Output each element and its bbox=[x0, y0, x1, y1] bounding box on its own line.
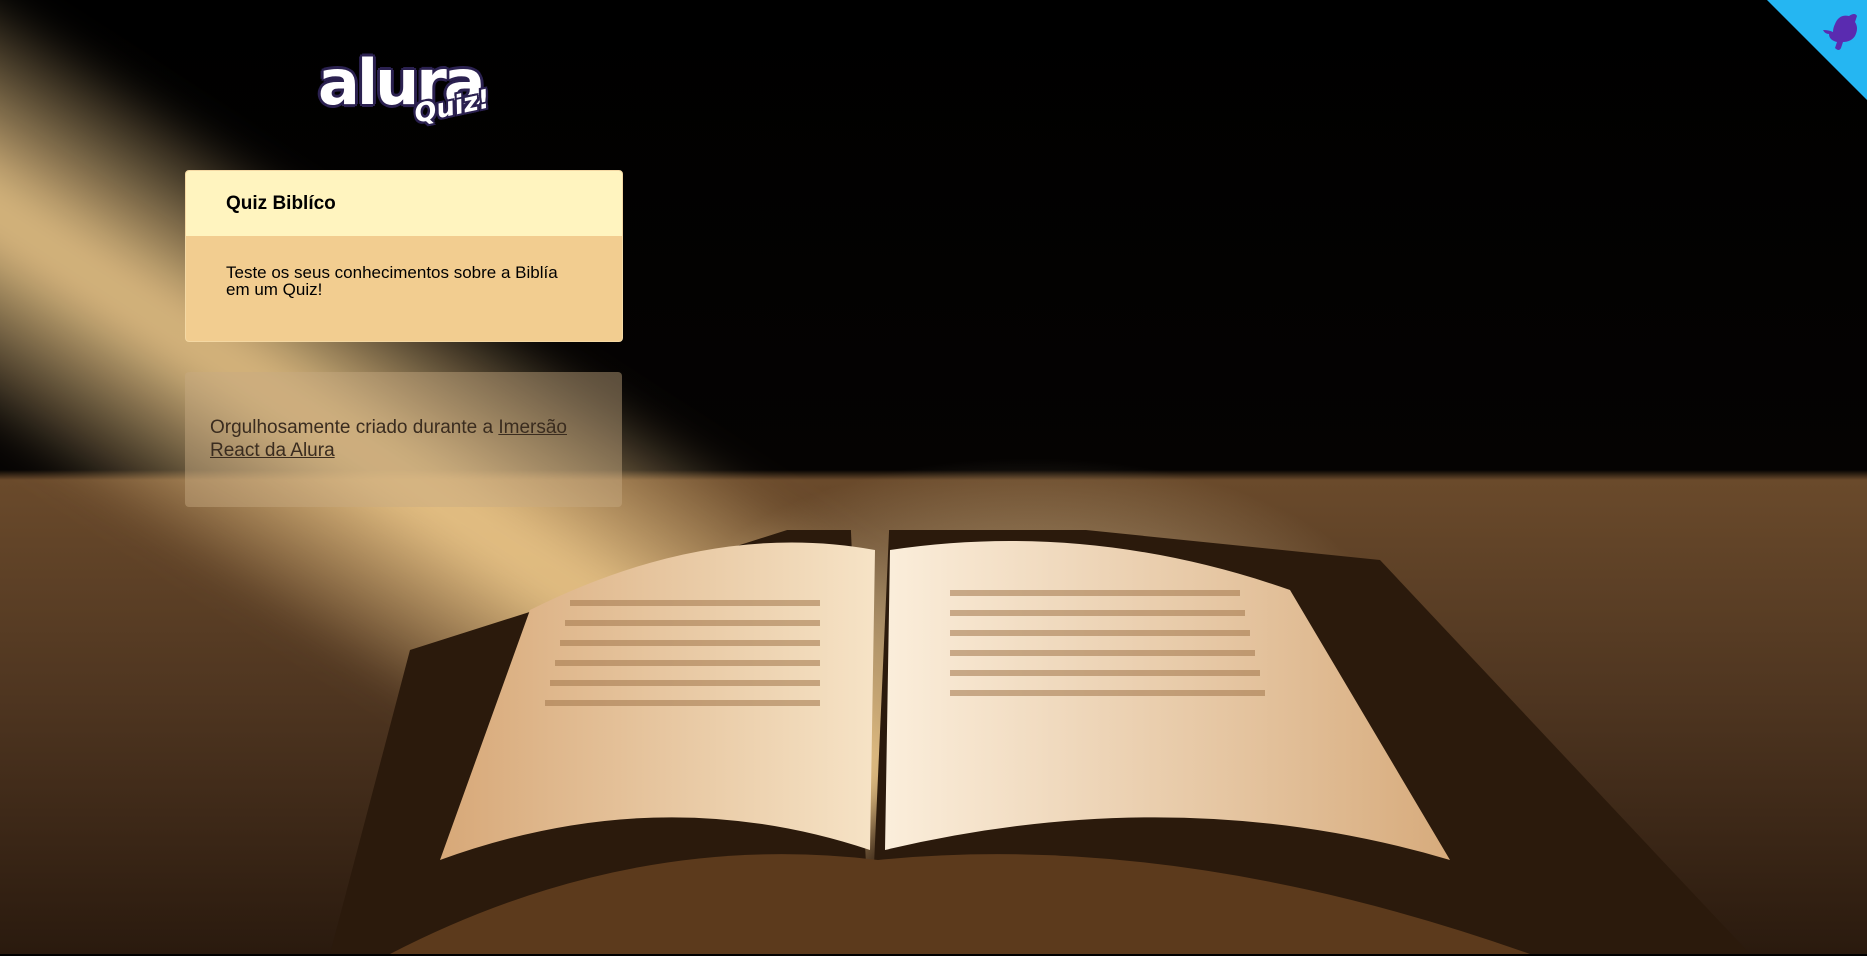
card-header: Quiz Biblíco bbox=[186, 171, 622, 236]
quiz-card: Quiz Biblíco Teste os seus conhecimentos… bbox=[185, 170, 623, 342]
footer-text-prefix: Orgulhosamente criado durante a bbox=[210, 417, 499, 438]
footer-card: Orgulhosamente criado durante a Imersão … bbox=[185, 372, 622, 507]
alura-quiz-logo: alura Quiz! bbox=[318, 52, 493, 142]
github-octocat-icon[interactable] bbox=[1815, 8, 1863, 56]
quiz-description: Teste os seus conhecimentos sobre a Bibl… bbox=[226, 263, 558, 299]
bible-image bbox=[330, 530, 1750, 954]
card-body: Teste os seus conhecimentos sobre a Bibl… bbox=[186, 236, 622, 326]
footer-text: Orgulhosamente criado durante a Imersão … bbox=[210, 416, 597, 462]
quiz-title: Quiz Biblíco bbox=[226, 192, 336, 214]
